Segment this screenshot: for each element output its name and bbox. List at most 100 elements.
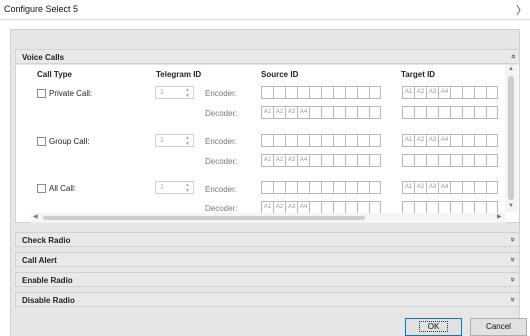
byte-field[interactable] (462, 154, 474, 167)
ok-button[interactable]: OK (405, 318, 462, 336)
byte-field[interactable] (357, 154, 369, 167)
byte-field[interactable]: A4 (438, 134, 450, 147)
chevron-down-icon[interactable]: » (508, 297, 517, 301)
byte-field[interactable] (462, 181, 474, 194)
close-icon[interactable]: 〉 (516, 2, 527, 18)
byte-field[interactable] (486, 134, 498, 147)
byte-field[interactable] (462, 134, 474, 147)
byte-field[interactable]: A2 (273, 154, 285, 167)
scroll-up-icon[interactable]: ▲ (508, 66, 514, 72)
byte-field[interactable] (297, 86, 309, 99)
byte-field[interactable]: A2 (414, 181, 426, 194)
byte-field[interactable] (273, 86, 285, 99)
byte-field[interactable] (426, 154, 438, 167)
byte-field[interactable] (357, 106, 369, 119)
byte-field[interactable] (474, 181, 486, 194)
group-decoder-target-id[interactable] (402, 154, 498, 167)
byte-field[interactable] (309, 154, 321, 167)
byte-field[interactable] (273, 181, 285, 194)
stepper-arrows-icon[interactable]: ▲ ▼ (185, 87, 190, 99)
byte-field[interactable]: A3 (285, 106, 297, 119)
private-call-checkbox[interactable] (37, 89, 46, 98)
byte-field[interactable] (333, 86, 345, 99)
byte-field[interactable] (297, 134, 309, 147)
stepper-arrows-icon[interactable]: ▲ ▼ (185, 135, 190, 147)
byte-field[interactable] (414, 106, 426, 119)
byte-field[interactable] (450, 154, 462, 167)
scroll-left-icon[interactable]: ◀ (33, 213, 38, 220)
byte-field[interactable] (402, 106, 414, 119)
section-check-radio[interactable]: Check Radio » (15, 232, 520, 247)
byte-field[interactable] (297, 181, 309, 194)
byte-field[interactable]: A4 (438, 181, 450, 194)
byte-field[interactable] (414, 154, 426, 167)
byte-field[interactable] (345, 86, 357, 99)
byte-field[interactable] (345, 134, 357, 147)
byte-field[interactable]: A3 (426, 86, 438, 99)
byte-field[interactable] (333, 154, 345, 167)
byte-field[interactable] (261, 134, 273, 147)
all-call-checkbox[interactable] (37, 184, 46, 193)
byte-field[interactable] (357, 181, 369, 194)
byte-field[interactable] (321, 106, 333, 119)
byte-field[interactable] (345, 154, 357, 167)
byte-field[interactable] (369, 154, 381, 167)
private-decoder-target-id[interactable] (402, 106, 498, 119)
section-disable-radio[interactable]: Disable Radio » (15, 292, 520, 307)
byte-field[interactable] (462, 106, 474, 119)
byte-field[interactable]: A3 (285, 154, 297, 167)
section-voice-calls[interactable]: Voice Calls » (15, 49, 520, 64)
byte-field[interactable] (357, 86, 369, 99)
horizontal-scrollbar[interactable]: ◀ ▶ (31, 213, 506, 223)
byte-field[interactable] (285, 181, 297, 194)
byte-field[interactable]: A4 (297, 106, 309, 119)
byte-field[interactable] (369, 106, 381, 119)
byte-field[interactable] (450, 86, 462, 99)
group-encoder-source-id[interactable] (261, 134, 381, 147)
byte-field[interactable] (450, 181, 462, 194)
byte-field[interactable]: A4 (438, 86, 450, 99)
all-encoder-source-id[interactable] (261, 181, 381, 194)
all-encoder-target-id[interactable]: A1 A2 A3 A4 (402, 181, 498, 194)
group-call-checkbox[interactable] (37, 137, 46, 146)
byte-field[interactable] (486, 181, 498, 194)
byte-field[interactable] (321, 181, 333, 194)
byte-field[interactable] (357, 134, 369, 147)
byte-field[interactable]: A1 (402, 86, 414, 99)
byte-field[interactable] (402, 154, 414, 167)
byte-field[interactable] (309, 134, 321, 147)
group-call-telegram-stepper[interactable]: 1 ▲ ▼ (155, 134, 194, 147)
private-encoder-target-id[interactable]: A1 A2 A3 A4 (402, 86, 498, 99)
chevron-down-icon[interactable]: » (508, 257, 517, 261)
section-call-alert[interactable]: Call Alert » (15, 252, 520, 267)
byte-field[interactable] (261, 86, 273, 99)
byte-field[interactable]: A3 (426, 181, 438, 194)
byte-field[interactable] (450, 106, 462, 119)
byte-field[interactable] (321, 86, 333, 99)
byte-field[interactable] (333, 134, 345, 147)
byte-field[interactable] (474, 134, 486, 147)
byte-field[interactable] (426, 106, 438, 119)
section-enable-radio[interactable]: Enable Radio » (15, 272, 520, 287)
byte-field[interactable]: A1 (402, 134, 414, 147)
byte-field[interactable]: A2 (414, 134, 426, 147)
byte-field[interactable] (462, 86, 474, 99)
byte-field[interactable]: A1 (261, 106, 273, 119)
byte-field[interactable] (309, 181, 321, 194)
private-decoder-source-id[interactable]: A1 A2 A3 A4 (261, 106, 381, 119)
vertical-scrollbar[interactable]: ▲ ▼ (505, 65, 518, 212)
private-call-telegram-stepper[interactable]: 1 ▲ ▼ (155, 86, 194, 99)
stepper-arrows-icon[interactable]: ▲ ▼ (185, 182, 190, 194)
byte-field[interactable]: A4 (297, 154, 309, 167)
byte-field[interactable] (309, 106, 321, 119)
byte-field[interactable] (486, 154, 498, 167)
byte-field[interactable] (273, 134, 285, 147)
byte-field[interactable]: A1 (402, 181, 414, 194)
byte-field[interactable] (285, 134, 297, 147)
byte-field[interactable]: A3 (426, 134, 438, 147)
byte-field[interactable] (369, 134, 381, 147)
chevron-up-icon[interactable]: » (508, 54, 517, 58)
group-encoder-target-id[interactable]: A1 A2 A3 A4 (402, 134, 498, 147)
chevron-down-icon[interactable]: » (508, 237, 517, 241)
scroll-down-icon[interactable]: ▼ (508, 203, 514, 209)
